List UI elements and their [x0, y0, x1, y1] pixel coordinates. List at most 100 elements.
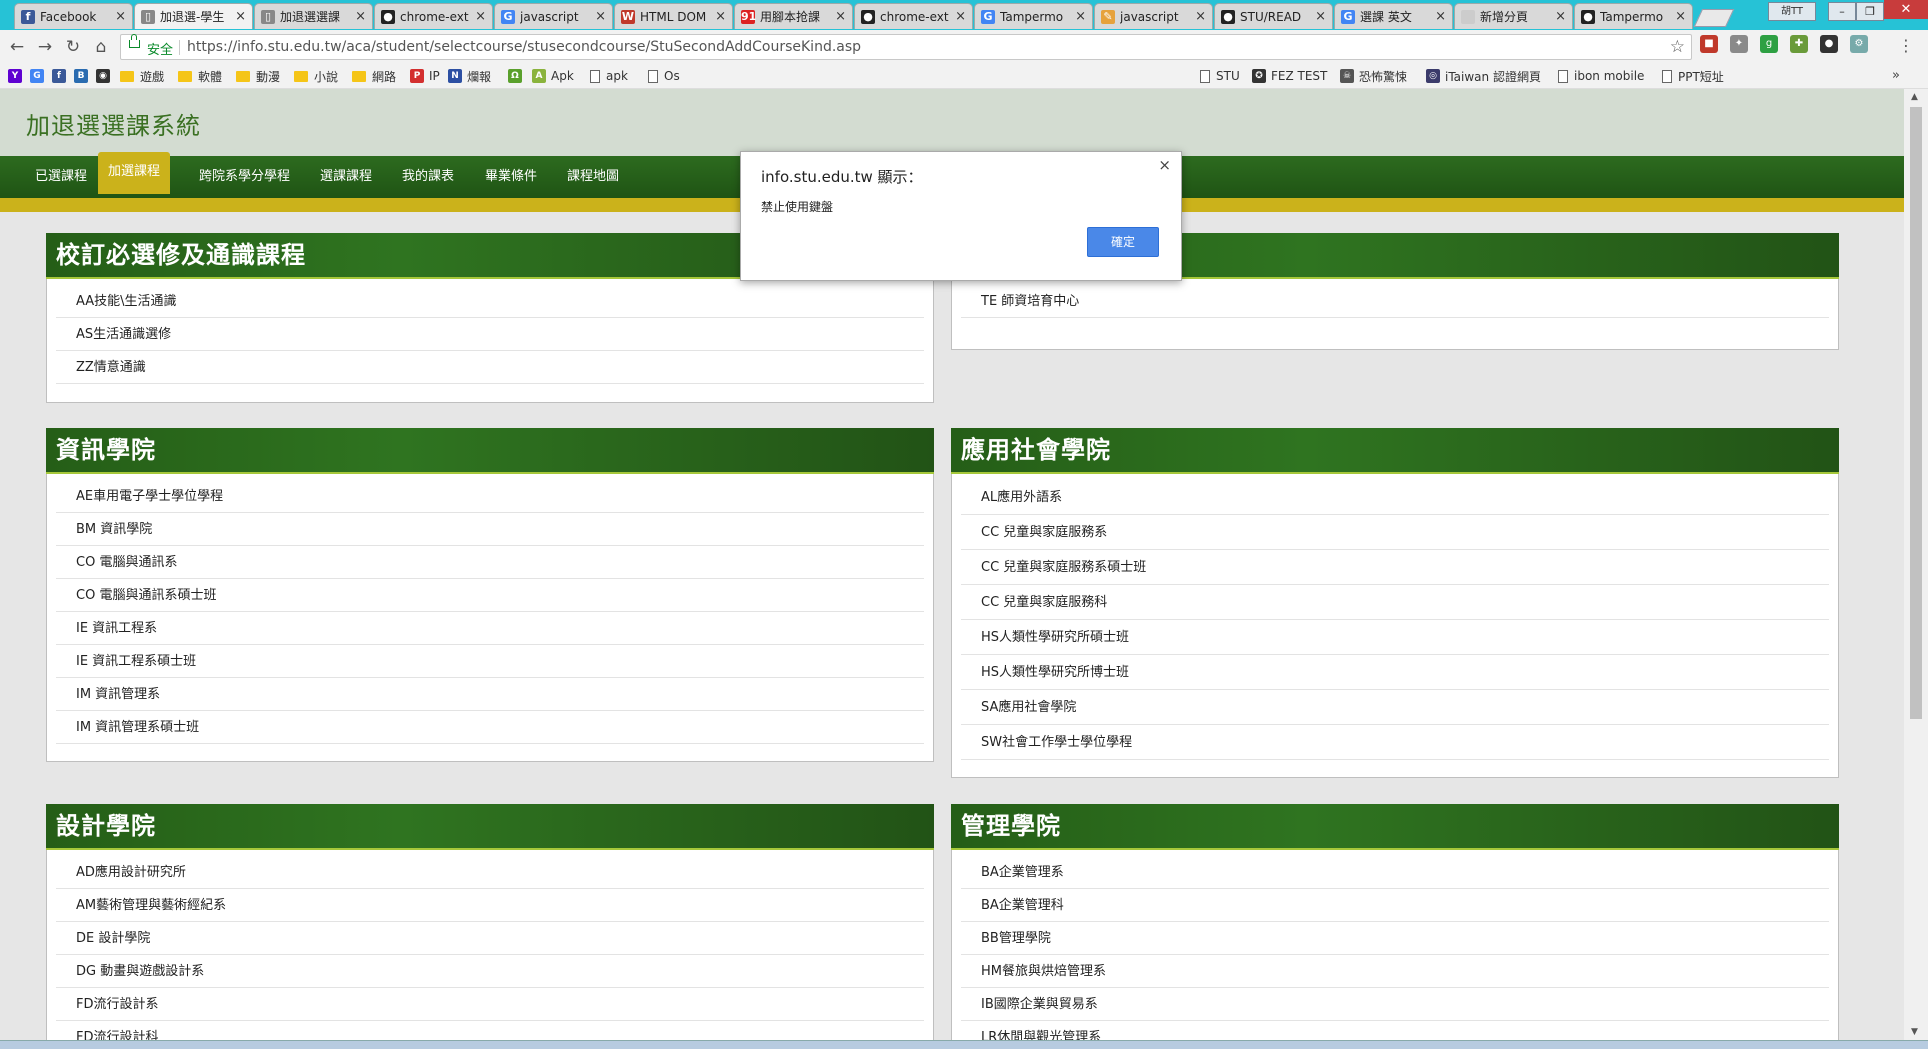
- bookmark-item[interactable]: 遊戲: [120, 67, 164, 85]
- browser-tab[interactable]: ● STU/READ ×: [1214, 3, 1333, 29]
- tab-close-icon[interactable]: ×: [1195, 9, 1206, 24]
- department-link[interactable]: LR休閒與觀光管理系: [961, 1021, 1829, 1040]
- window-close-button[interactable]: ✕: [1884, 0, 1928, 19]
- bookmark-item[interactable]: G: [30, 67, 49, 85]
- browser-tab[interactable]: 新增分頁 ×: [1454, 3, 1573, 29]
- reload-icon[interactable]: ↻: [62, 36, 84, 58]
- nav-item[interactable]: 畢業條件: [485, 156, 537, 198]
- department-link[interactable]: ZZ情意通識: [56, 351, 924, 384]
- browser-tab[interactable]: ▯ 加退選-學生 ×: [134, 3, 253, 29]
- dialog-close-icon[interactable]: ×: [1158, 156, 1171, 174]
- extension-icon[interactable]: ✦: [1730, 35, 1748, 53]
- tampermonkey-extension-icon[interactable]: ●: [1820, 35, 1838, 53]
- browser-tab[interactable]: 91 用腳本抢課 ×: [734, 3, 853, 29]
- dialog-ok-button[interactable]: 確定: [1087, 227, 1159, 257]
- browser-tab[interactable]: ● chrome-ext ×: [374, 3, 493, 29]
- department-link[interactable]: IM 資訊管理系碩士班: [56, 711, 924, 744]
- tab-close-icon[interactable]: ×: [715, 9, 726, 24]
- department-link[interactable]: CO 電腦與通訊系碩士班: [56, 579, 924, 612]
- department-link[interactable]: CO 電腦與通訊系: [56, 546, 924, 579]
- bookmark-item[interactable]: ☠ 恐怖驚悚: [1340, 67, 1407, 85]
- department-link[interactable]: FD流行設計科: [56, 1021, 924, 1040]
- tab-close-icon[interactable]: ×: [1555, 9, 1566, 24]
- bookmark-item[interactable]: A Apk: [532, 67, 574, 85]
- scroll-down-icon[interactable]: ▼: [1911, 1027, 1918, 1037]
- nav-item[interactable]: 加選課程: [98, 152, 171, 194]
- url-text[interactable]: https://info.stu.edu.tw/aca/student/sele…: [187, 39, 861, 55]
- tab-close-icon[interactable]: ×: [955, 9, 966, 24]
- department-link[interactable]: DG 動畫與遊戲設計系: [56, 955, 924, 988]
- tab-close-icon[interactable]: ×: [235, 9, 246, 24]
- department-link[interactable]: AL應用外語系: [961, 480, 1829, 515]
- bookmark-item[interactable]: STU: [1200, 67, 1240, 85]
- department-link[interactable]: BA企業管理系: [961, 856, 1829, 889]
- tab-close-icon[interactable]: ×: [1675, 9, 1686, 24]
- department-link[interactable]: HS人類性學研究所碩士班: [961, 620, 1829, 655]
- flag-extension-icon[interactable]: ■: [1700, 35, 1718, 53]
- page-scrollbar[interactable]: ▲ ▼: [1904, 89, 1928, 1040]
- bookmark-item[interactable]: Ω: [508, 67, 527, 85]
- nav-item[interactable]: 已選課程: [35, 156, 87, 198]
- scroll-up-icon[interactable]: ▲: [1911, 92, 1918, 102]
- bookmark-item[interactable]: f: [52, 67, 71, 85]
- department-link[interactable]: IE 資訊工程系碩士班: [56, 645, 924, 678]
- bookmark-item[interactable]: ◉: [96, 67, 115, 85]
- bookmark-item[interactable]: Os: [648, 67, 680, 85]
- bookmark-item[interactable]: ◎ iTaiwan 認證網頁: [1426, 67, 1541, 85]
- browser-tab[interactable]: ● chrome-ext ×: [854, 3, 973, 29]
- department-link[interactable]: AD應用設計研究所: [56, 856, 924, 889]
- browser-tab[interactable]: G Tampermo ×: [974, 3, 1093, 29]
- department-link[interactable]: HS人類性學研究所博士班: [961, 655, 1829, 690]
- browser-menu-icon[interactable]: ⋮: [1898, 38, 1914, 54]
- tab-close-icon[interactable]: ×: [475, 9, 486, 24]
- new-tab-button[interactable]: [1693, 9, 1735, 27]
- department-link[interactable]: CC 兒童與家庭服務系: [961, 515, 1829, 550]
- nav-item[interactable]: 跨院系學分學程: [199, 156, 290, 198]
- bookmark-item[interactable]: P IP: [410, 67, 440, 85]
- bookmark-item[interactable]: apk: [590, 67, 628, 85]
- department-link[interactable]: AA技能\生活通識: [56, 285, 924, 318]
- tab-close-icon[interactable]: ×: [595, 9, 606, 24]
- home-icon[interactable]: ⌂: [90, 36, 112, 58]
- back-icon[interactable]: ←: [6, 36, 28, 58]
- department-link[interactable]: CC 兒童與家庭服務系碩士班: [961, 550, 1829, 585]
- bookmark-star-icon[interactable]: ☆: [1670, 37, 1685, 57]
- tab-close-icon[interactable]: ×: [115, 9, 126, 24]
- browser-tab[interactable]: ▯ 加退選選課 ×: [254, 3, 373, 29]
- browser-tab[interactable]: ✎ javascript ×: [1094, 3, 1213, 29]
- tab-close-icon[interactable]: ×: [1435, 9, 1446, 24]
- bookmark-item[interactable]: 動漫: [236, 67, 280, 85]
- forward-icon[interactable]: →: [34, 36, 56, 58]
- department-link[interactable]: CC 兒童與家庭服務科: [961, 585, 1829, 620]
- bookmarks-more-icon[interactable]: »: [1892, 68, 1900, 83]
- profile-button[interactable]: 胡TT: [1768, 2, 1816, 21]
- department-link[interactable]: BA企業管理科: [961, 889, 1829, 922]
- department-link[interactable]: IB國際企業與貿易系: [961, 988, 1829, 1021]
- browser-tab[interactable]: Gjavascript ×: [494, 3, 613, 29]
- tab-close-icon[interactable]: ×: [835, 9, 846, 24]
- department-link[interactable]: BB管理學院: [961, 922, 1829, 955]
- nav-item[interactable]: 課程地圖: [567, 156, 619, 198]
- bookmark-item[interactable]: PPT短址: [1662, 67, 1724, 85]
- bookmark-item[interactable]: 軟體: [178, 67, 222, 85]
- department-link[interactable]: AS生活通識選修: [56, 318, 924, 351]
- browser-tab[interactable]: W HTML DOM ×: [614, 3, 733, 29]
- green-extension-icon[interactable]: g: [1760, 35, 1778, 53]
- nav-item[interactable]: 選課課程: [320, 156, 372, 198]
- department-link[interactable]: FD流行設計系: [56, 988, 924, 1021]
- tab-close-icon[interactable]: ×: [355, 9, 366, 24]
- scrollbar-thumb[interactable]: [1910, 107, 1922, 719]
- tab-close-icon[interactable]: ×: [1075, 9, 1086, 24]
- bookmark-item[interactable]: 小說: [294, 67, 338, 85]
- browser-tab[interactable]: ● Tampermo ×: [1574, 3, 1693, 29]
- bookmark-item[interactable]: B: [74, 67, 93, 85]
- address-bar[interactable]: 安全 https://info.stu.edu.tw/aca/student/s…: [120, 34, 1692, 60]
- department-link[interactable]: AE車用電子學士學位學程: [56, 480, 924, 513]
- department-link[interactable]: IM 資訊管理系: [56, 678, 924, 711]
- bookmark-item[interactable]: N 爛報: [448, 67, 491, 85]
- browser-tab[interactable]: f Facebook ×: [14, 3, 133, 29]
- puzzle-extension-icon[interactable]: ✚: [1790, 35, 1808, 53]
- department-link[interactable]: HM餐旅與烘焙管理系: [961, 955, 1829, 988]
- bookmark-item[interactable]: 網路: [352, 67, 396, 85]
- tab-close-icon[interactable]: ×: [1315, 9, 1326, 24]
